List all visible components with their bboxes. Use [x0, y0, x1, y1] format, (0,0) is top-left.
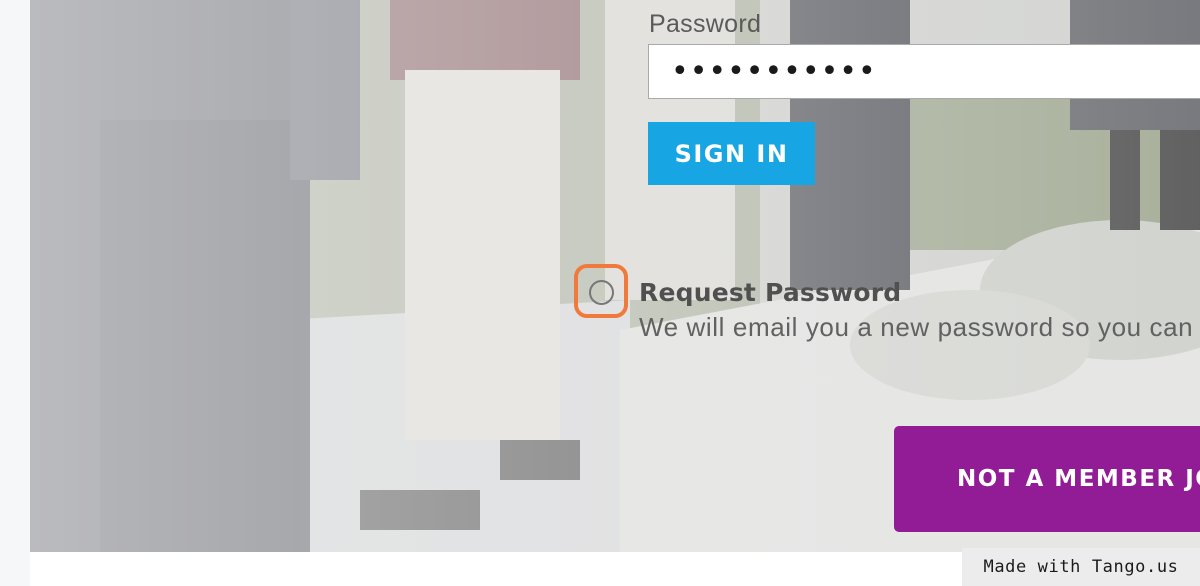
password-label: Password: [649, 10, 762, 38]
request-password-description: We will email you a new password so you …: [639, 312, 1200, 342]
join-button[interactable]: NOT A MEMBER JOIN: [894, 426, 1200, 532]
sign-in-button[interactable]: SIGN IN: [648, 122, 815, 185]
request-password-radio[interactable]: [589, 280, 614, 305]
tango-watermark: Made with Tango.us: [962, 548, 1200, 586]
password-input[interactable]: [648, 44, 1200, 99]
request-password-title[interactable]: Request Password: [639, 278, 901, 307]
left-margin: [0, 0, 30, 586]
